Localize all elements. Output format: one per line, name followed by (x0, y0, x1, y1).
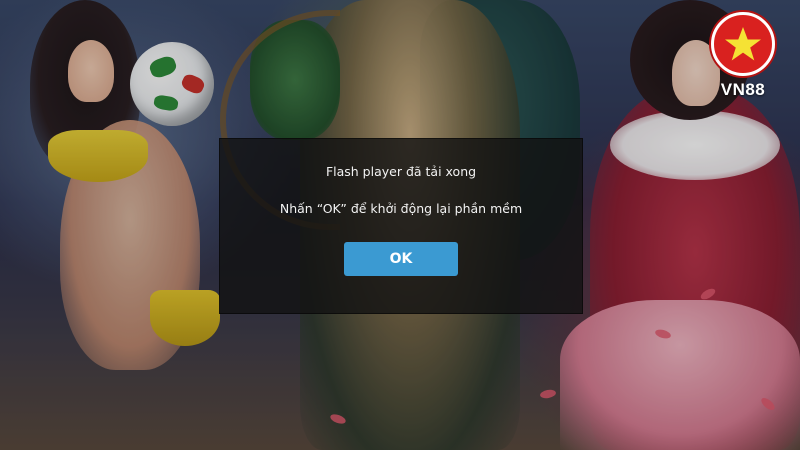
logo-badge (711, 12, 775, 76)
ok-button[interactable]: OK (344, 242, 458, 276)
flash-player-dialog: Flash player đã tải xong Nhấn “OK” để kh… (219, 138, 583, 314)
dialog-title: Flash player đã tải xong (325, 164, 477, 179)
dialog-message: Nhấn “OK” để khởi động lại phần mềm (279, 201, 523, 216)
vn88-logo: VN88 (708, 12, 778, 104)
star-icon (725, 27, 761, 61)
logo-text: VN88 (720, 80, 766, 99)
